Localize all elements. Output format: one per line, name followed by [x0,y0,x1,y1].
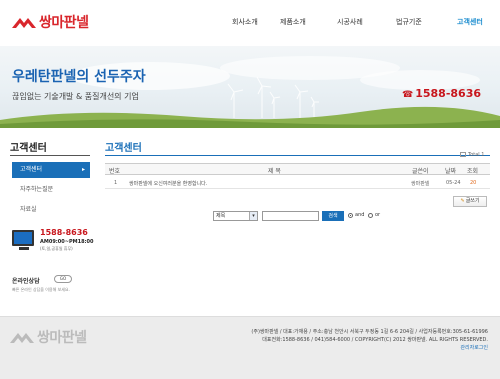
nav-customer-center[interactable]: 고객센터 [457,17,483,27]
column-header-date: 날짜 [445,168,457,175]
write-button[interactable]: ✎글쓰기 [453,196,487,207]
table-row: 1 쌍마판넬에 오신여러분을 환영합니다. 쌍마판넬 05-24 20 [105,177,490,189]
page-title: 고객센터 [105,143,142,154]
sidebar-divider [10,155,90,156]
write-button-label: 글쓰기 [465,198,480,204]
sidebar-item-customer-center[interactable]: 고객센터 ▸ [12,162,90,178]
total-count-label: Total 1 [468,152,485,158]
footer: 쌍마판넬 (주)쌍마판넬 / 대표:가재용 / 주소:충남 천안시 서북구 두정… [0,316,500,379]
pencil-icon: ✎ [460,198,465,204]
sidebar-item-label: 고객센터 [20,166,43,173]
contact-note: (토,일,공휴일 휴무) [40,246,73,251]
radio-and[interactable] [348,213,353,218]
checkbox-icon[interactable] [460,152,466,157]
monitor-stand [19,247,29,250]
banner-subtitle: 끊임없는 기술개발 & 품질개선의 기업 [12,92,139,101]
row-title-link[interactable]: 쌍마판넬에 오신여러분을 환영합니다. [129,180,207,187]
banner-phone: ☎ 1588-8636 [402,87,481,100]
column-header-hits: 조회 [467,168,479,175]
nav-cases[interactable]: 시공사례 [337,17,363,27]
main-nav: 회사소개 제품소개 시공사례 법규기준 고객센터 [0,17,500,31]
footer-company-info: (주)쌍마판넬 / 대표:가재용 / 주소:충남 천안시 서북구 두정동 1길 … [251,329,488,335]
total-count: Total 1 [460,152,484,158]
table-header: 번호 제 목 글쓴이 날짜 조회 [105,163,490,175]
search-input[interactable] [262,211,319,221]
admin-login-link[interactable]: 관리자로그인 [460,344,488,351]
banner: 우레탄판넬의 선두주자 끊임없는 기술개발 & 품질개선의 기업 ☎ 1588-8… [0,46,500,128]
search-field-select[interactable]: 제목 ▾ [213,211,258,221]
contact-box: 1588-8636 AM09:00~PM18:00 (토,일,공휴일 휴무) [12,228,94,258]
sidebar-item-archive[interactable]: 자료실 [12,202,90,218]
sidebar-item-faq[interactable]: 자주하는질문 [12,182,90,198]
row-date: 05-24 [446,180,461,186]
chevron-down-icon: ▾ [249,212,257,220]
footer-copyright: 대표전화:1588-8636 / 041)584-6000 / COPYRIGH… [262,337,488,343]
radio-or-label: or [375,212,381,218]
search-button[interactable]: 검색 [322,211,344,221]
row-author: 쌍마판넬 [411,181,430,187]
contact-phone: 1588-8636 [40,228,88,237]
radio-or[interactable] [368,213,373,218]
nav-regulations[interactable]: 법규기준 [396,17,422,27]
row-number: 1 [114,180,118,186]
banner-title: 우레탄판넬의 선두주자 [12,69,146,85]
header: 쌍마판넬 회사소개 제품소개 시공사례 법규기준 고객센터 [0,0,500,46]
column-header-title: 제 목 [268,168,281,175]
phone-icon: ☎ [402,90,414,100]
online-consult-desc: 빠른 온라인 상담을 이용해 보세요. [12,287,70,292]
footer-logo-mark-icon [10,333,34,343]
sidebar-title: 고객센터 [10,143,47,154]
column-header-number: 번호 [109,168,121,175]
sidebar-item-label: 자주하는질문 [20,186,54,193]
column-header-author: 글쓴이 [412,168,429,175]
footer-logo: 쌍마판넬 [10,327,87,347]
online-consult-go-button[interactable]: GO [54,275,72,283]
search-field-select-value: 제목 [216,213,226,219]
monitor-icon [12,230,34,246]
nav-company[interactable]: 회사소개 [232,17,258,27]
footer-logo-text: 쌍마판넬 [37,330,87,346]
sidebar-item-label: 자료실 [20,206,37,213]
row-hits: 20 [470,180,477,186]
sidebar-menu: 고객센터 ▸ 자주하는질문 자료실 [12,162,90,222]
radio-and-label: and [355,212,365,218]
chevron-right-icon: ▸ [81,166,85,173]
banner-phone-number: 1588-8636 [415,87,482,100]
page-title-divider [105,155,490,156]
contact-hours: AM09:00~PM18:00 [40,239,94,245]
nav-products[interactable]: 제품소개 [280,17,306,27]
online-consult: 온라인상담 GO 빠른 온라인 상담을 이용해 보세요. [12,275,72,292]
